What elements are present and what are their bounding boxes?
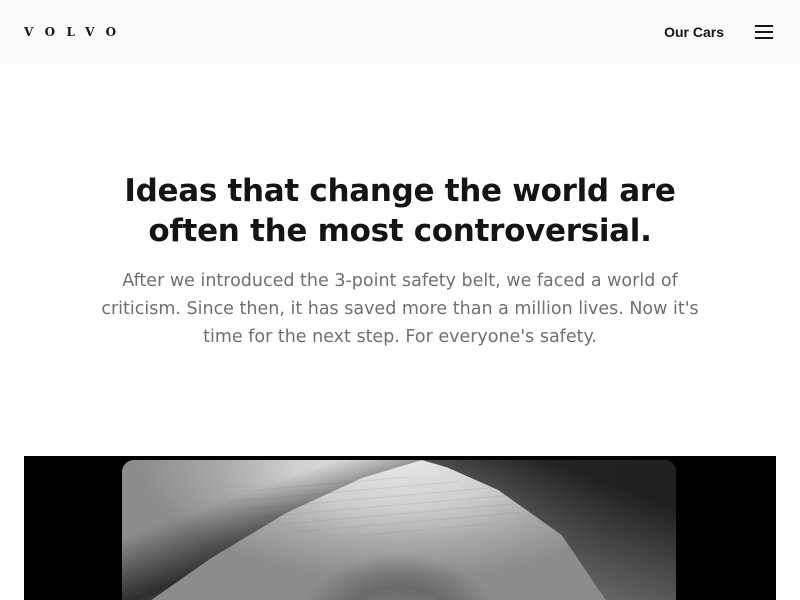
our-cars-link[interactable]: Our Cars: [664, 23, 724, 41]
top-navigation-bar: VOLVO Our Cars: [0, 0, 800, 64]
intro-paragraph: After we introduced the 3-point safety b…: [101, 271, 699, 347]
hamburger-menu-icon[interactable]: [755, 25, 773, 39]
hero-image-section: [24, 456, 776, 600]
menu-icon-line: [755, 37, 773, 39]
page-headline: Ideas that change the world are often th…: [124, 173, 676, 249]
menu-icon-line: [755, 31, 773, 33]
menu-icon-line: [755, 25, 773, 27]
volvo-logo[interactable]: VOLVO: [24, 25, 128, 39]
